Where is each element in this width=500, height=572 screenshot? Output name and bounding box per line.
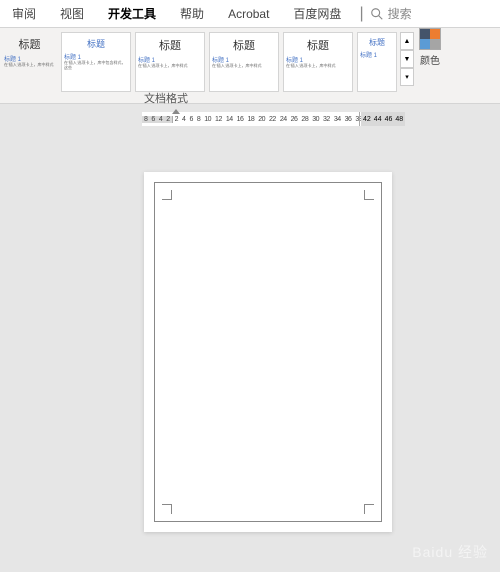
style-body-text: 在'插入'选项卡上，库中样式 <box>212 64 276 69</box>
ruler-positive: 2468101214161820222426283032343638 <box>173 116 365 123</box>
menu-bar: 审阅 视图 开发工具 帮助 Acrobat 百度网盘 | 搜索 <box>0 0 500 28</box>
color-swatch-icon[interactable] <box>419 28 441 50</box>
menu-review[interactable]: 审阅 <box>0 1 48 26</box>
style-up-button[interactable]: ▲ <box>400 32 414 50</box>
style-expand-button[interactable]: ▾ <box>400 68 414 86</box>
style-preview-4[interactable]: 标题 标题 1 在'插入'选项卡上，库中样式 <box>283 32 353 92</box>
ruler-right-margin: 42444648 <box>361 112 405 126</box>
style-title: 标题 <box>4 36 55 52</box>
ruler-separator <box>359 112 360 126</box>
color-label: 颜色 <box>419 52 441 67</box>
style-preview-5[interactable]: 标题 标题 1 <box>357 32 397 92</box>
style-body-text: 在'插入'选项卡上，库中样式 <box>4 63 55 68</box>
crop-mark-icon <box>162 190 172 200</box>
menu-baidu[interactable]: 百度网盘 <box>281 1 353 26</box>
crop-mark-icon <box>364 190 374 200</box>
style-preview-2[interactable]: 标题 标题 1 在'插入'选项卡上，库中样式 <box>135 32 205 92</box>
menu-acrobat[interactable]: Acrobat <box>216 3 281 25</box>
style-title: 标题 <box>212 37 276 53</box>
style-subtitle: 标题 1 <box>360 50 394 59</box>
ribbon-group-label: 文档格式 <box>144 90 188 106</box>
horizontal-ruler[interactable]: 8642 2468101214161820222426283032343638 <box>142 112 364 126</box>
menu-developer[interactable]: 开发工具 <box>96 1 168 26</box>
ribbon: 标题 标题 1 在'插入'选项卡上，库中样式 标题 标题 1 在'插入'选项卡上… <box>0 28 500 104</box>
style-body-text: 在'插入'选项卡上，库中包含样式，这些 <box>64 61 128 71</box>
style-body-text: 在'插入'选项卡上，库中样式 <box>138 64 202 69</box>
ruler-negative: 8642 <box>142 116 173 123</box>
page-border <box>154 182 382 522</box>
style-preview-1[interactable]: 标题 标题 1 在'插入'选项卡上，库中包含样式，这些 <box>61 32 131 92</box>
search-label[interactable]: 搜索 <box>388 5 412 22</box>
style-title: 标题 <box>64 37 128 50</box>
menu-help[interactable]: 帮助 <box>168 1 216 26</box>
separator: | <box>359 5 363 23</box>
menu-view[interactable]: 视图 <box>48 1 96 26</box>
style-preview-0[interactable]: 标题 标题 1 在'插入'选项卡上，库中样式 <box>2 32 57 92</box>
crop-mark-icon <box>162 504 172 514</box>
watermark: Baidu 经验 <box>412 542 488 562</box>
style-title: 标题 <box>138 37 202 53</box>
style-body-text: 在'插入'选项卡上，库中样式 <box>286 64 350 69</box>
color-group: 颜色 <box>419 28 441 103</box>
indent-marker-icon[interactable] <box>172 109 180 115</box>
style-title: 标题 <box>286 37 350 53</box>
style-spinner: ▲ ▼ ▾ <box>400 32 414 99</box>
search-icon[interactable] <box>370 7 384 21</box>
style-down-button[interactable]: ▼ <box>400 50 414 68</box>
crop-mark-icon <box>364 504 374 514</box>
document-page[interactable] <box>144 172 392 532</box>
style-preview-3[interactable]: 标题 标题 1 在'插入'选项卡上，库中样式 <box>209 32 279 92</box>
style-title: 标题 <box>360 37 394 48</box>
